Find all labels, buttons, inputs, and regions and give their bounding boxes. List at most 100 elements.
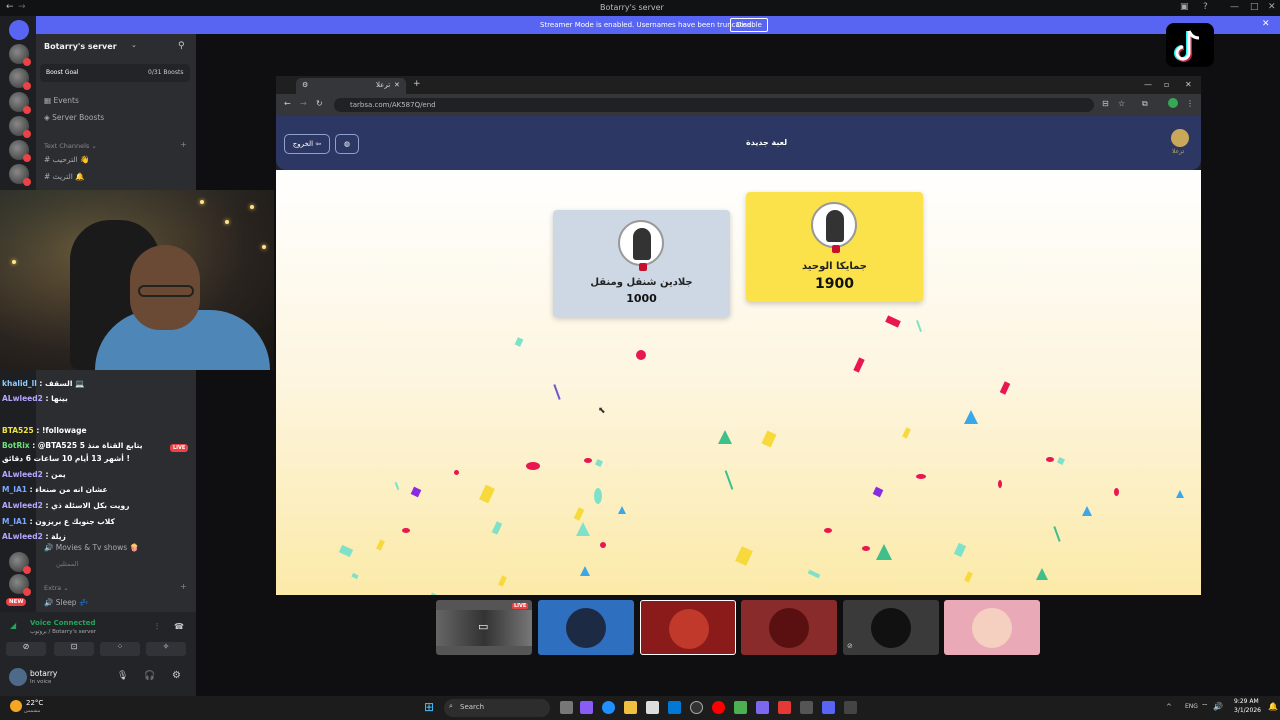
noise-suppression-icon[interactable]: ⫶	[156, 622, 158, 632]
server-icon[interactable]	[9, 116, 31, 138]
file-explorer-icon[interactable]	[624, 701, 637, 714]
browser-maximize-button[interactable]: ▫	[1164, 80, 1169, 89]
mail-icon[interactable]	[668, 701, 681, 714]
participant-tile-screen[interactable]: LIVE ▭	[436, 600, 532, 655]
server-icon[interactable]	[9, 68, 31, 90]
app-icon[interactable]	[580, 701, 593, 714]
tray-chevron-icon[interactable]: ^	[1166, 703, 1172, 711]
reload-icon[interactable]: ↻	[316, 99, 323, 108]
banner-close-icon[interactable]: ✕	[1262, 19, 1270, 29]
palette-button[interactable]: ◍	[335, 134, 359, 154]
discord-icon[interactable]	[822, 701, 835, 714]
soundboard-button[interactable]: ✧	[146, 642, 186, 656]
disconnect-icon[interactable]: ☎	[174, 622, 184, 631]
confetti-piece	[872, 486, 884, 498]
avatar	[669, 609, 709, 649]
store-icon[interactable]	[646, 701, 659, 714]
windows-start-icon[interactable]: ⊞	[424, 700, 434, 714]
server-icon[interactable]	[9, 140, 31, 162]
voice-channel-sleep[interactable]: 🔊 Sleep 💤	[44, 598, 88, 607]
channel-welcome[interactable]: # الترحيب 👋	[44, 155, 89, 164]
mic-icon[interactable]: 🎙	[117, 671, 128, 681]
browser-forward-icon[interactable]: →	[300, 99, 307, 108]
extra-category[interactable]: Extra ⌄	[44, 584, 69, 592]
exit-button[interactable]: الخروج ⇦	[284, 134, 330, 154]
participant-tile[interactable]	[640, 600, 736, 655]
profile-avatar-icon[interactable]	[1168, 98, 1178, 108]
url-input[interactable]: tarbsa.com/AK587Q/end	[334, 98, 1094, 112]
confetti-piece	[394, 481, 400, 491]
page-title[interactable]: لعبة جديدة	[746, 138, 787, 147]
app-icon[interactable]	[844, 701, 857, 714]
clock-time[interactable]: 9:29 AM	[1234, 698, 1259, 705]
task-view-icon[interactable]	[560, 701, 573, 714]
help-icon[interactable]: ?	[1203, 2, 1208, 12]
edge-icon[interactable]	[602, 701, 615, 714]
participant-tile[interactable]: ⊘	[843, 600, 939, 655]
boost-goal-bar[interactable]: Boost Goal 0/31 Boosts	[40, 64, 190, 82]
maximize-button[interactable]: □	[1250, 2, 1259, 12]
server-boosts-item[interactable]: ◈ Server Boosts	[44, 113, 104, 122]
wifi-icon[interactable]: ⌔	[1201, 702, 1209, 712]
server-name[interactable]: Botarry's server	[44, 42, 117, 51]
obs-icon[interactable]	[690, 701, 703, 714]
headphones-icon[interactable]: 🎧	[144, 671, 155, 681]
tab-close-icon[interactable]: ✕	[394, 81, 400, 89]
participant-tile[interactable]	[538, 600, 634, 655]
bookmark-star-icon[interactable]: ☆	[1118, 99, 1125, 108]
server-icon[interactable]	[9, 44, 31, 66]
text-channels-category[interactable]: Text Channels ⌄	[44, 142, 97, 150]
screen-share-button[interactable]: ⊡	[54, 642, 94, 656]
add-channel-icon[interactable]: +	[180, 140, 187, 149]
app-icon[interactable]	[800, 701, 813, 714]
activities-button[interactable]: ⁘	[100, 642, 140, 656]
participant-tile[interactable]	[944, 600, 1040, 655]
back-icon[interactable]: ←	[6, 2, 14, 12]
language-indicator[interactable]: ENG	[1185, 703, 1198, 710]
confetti-piece	[1046, 457, 1054, 462]
fairy-light	[200, 200, 204, 204]
boost-icon: ◈	[44, 113, 53, 122]
new-tab-icon[interactable]: +	[413, 79, 421, 89]
browser-close-button[interactable]: ✕	[1185, 80, 1192, 89]
browser-minimize-button[interactable]: —	[1144, 80, 1152, 89]
confetti-piece	[902, 427, 911, 439]
youtube-icon[interactable]	[712, 701, 725, 714]
video-off-button[interactable]: ⊘	[6, 642, 46, 656]
discord-home-icon[interactable]	[9, 20, 29, 40]
channel-announce[interactable]: # التريث 🔔	[44, 172, 85, 181]
avatar[interactable]	[9, 668, 27, 686]
server-icon[interactable]	[9, 92, 31, 114]
add-channel-icon[interactable]: +	[180, 582, 187, 591]
volume-icon[interactable]: 🔊	[1213, 702, 1223, 711]
participant-tile[interactable]	[741, 600, 837, 655]
browser-back-icon[interactable]: ←	[284, 99, 291, 108]
events-item[interactable]: ▦ Events	[44, 96, 79, 105]
app-icon[interactable]	[756, 701, 769, 714]
weather-icon[interactable]	[10, 700, 22, 712]
chevron-down-icon[interactable]: ⌄	[131, 41, 137, 49]
settings-gear-icon[interactable]: ⚙	[172, 670, 181, 681]
menu-dots-icon[interactable]: ⋮	[1186, 99, 1194, 108]
server-icon[interactable]	[9, 164, 31, 186]
notifications-icon[interactable]: 🔔	[1268, 702, 1278, 711]
clock-date[interactable]: 3/1/2026	[1234, 707, 1261, 714]
close-button[interactable]: ✕	[1268, 2, 1276, 12]
confetti-piece	[636, 350, 646, 360]
webcam-overlay	[0, 190, 274, 370]
inbox-icon[interactable]: ▣	[1180, 2, 1189, 12]
app-icon[interactable]	[734, 701, 747, 714]
app-icon[interactable]	[778, 701, 791, 714]
add-member-icon[interactable]: ⚲	[178, 41, 185, 51]
forward-icon[interactable]: →	[18, 2, 26, 12]
voice-subchannel[interactable]: الممثلين	[56, 560, 78, 568]
extensions-icon[interactable]: ⧉	[1142, 99, 1148, 109]
taskbar-search[interactable]: ⌕ Search	[444, 699, 550, 717]
browser-tab[interactable]: ⚙ ترعلا ✕	[296, 78, 406, 94]
disable-button[interactable]: Disable	[730, 18, 768, 32]
confetti-piece	[526, 462, 540, 470]
server-icon[interactable]	[9, 552, 31, 574]
server-icon[interactable]	[9, 574, 31, 596]
cast-icon[interactable]: ⊟	[1102, 99, 1109, 108]
minimize-button[interactable]: —	[1230, 2, 1239, 12]
